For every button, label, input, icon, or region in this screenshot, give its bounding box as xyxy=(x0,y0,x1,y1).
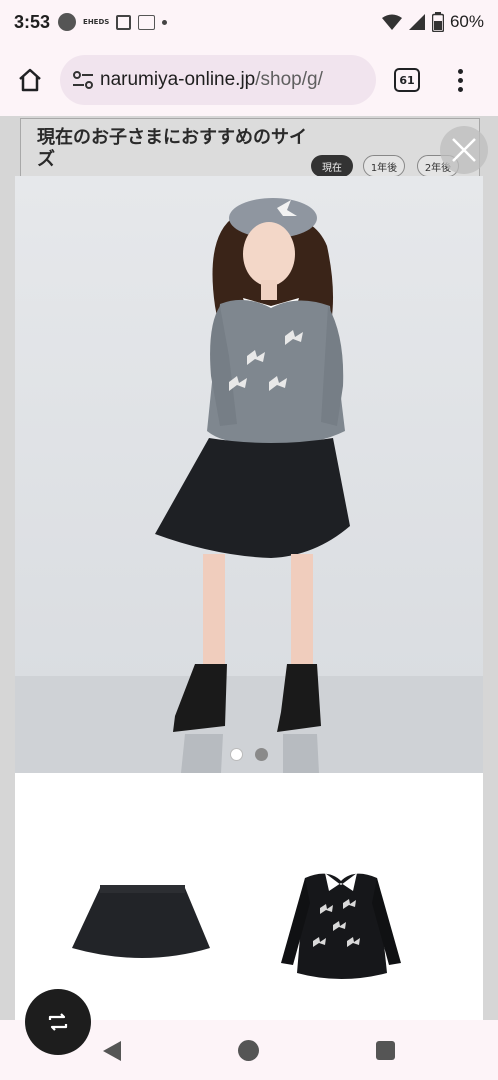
more-vert-icon[interactable] xyxy=(448,60,472,100)
repeat-icon xyxy=(48,1013,68,1031)
repeat-fab-button[interactable] xyxy=(25,989,91,1055)
carousel-dot-1[interactable] xyxy=(230,748,243,761)
app-badge-icon: EHEDS xyxy=(83,18,110,26)
notification-dot-icon xyxy=(162,19,168,25)
back-triangle-icon[interactable] xyxy=(102,1040,122,1062)
thumbnails-illustration xyxy=(72,873,401,979)
close-modal-button[interactable] xyxy=(440,126,488,174)
battery-icon xyxy=(431,12,444,32)
wifi-icon xyxy=(381,14,402,30)
chip-now[interactable]: 現在 xyxy=(311,155,353,177)
app-square-icon xyxy=(138,14,156,30)
url-text[interactable]: narumiya-online.jp/shop/g/ xyxy=(100,69,323,91)
battery-percent: 60% xyxy=(449,12,484,31)
recents-square-icon[interactable] xyxy=(376,1041,395,1060)
home-circle-icon[interactable] xyxy=(238,1040,259,1061)
news-badge-icon xyxy=(58,13,77,31)
url-host: narumiya-online.jp xyxy=(100,69,256,90)
status-time: 3:53 xyxy=(14,11,51,32)
sweater-thumbnail xyxy=(281,873,401,979)
tab-count: 61 xyxy=(399,73,415,87)
page-content: 現在のお子さまにおすすめのサイズ 現在 1年後 2年後 xyxy=(0,116,498,1020)
url-bar[interactable]: narumiya-online.jp/shop/g/ xyxy=(60,55,376,105)
product-photo[interactable] xyxy=(15,176,483,773)
status-bar: 3:53 EHEDS 60% xyxy=(0,0,498,44)
url-path: /shop/g/ xyxy=(255,69,323,90)
image-modal xyxy=(15,176,483,1020)
banner-text: 現在のお子さまにおすすめのサイズ xyxy=(37,127,307,170)
size-recommendation-banner[interactable]: 現在のお子さまにおすすめのサイズ 現在 1年後 2年後 xyxy=(20,118,480,178)
skirt-thumbnail xyxy=(72,885,210,958)
close-icon xyxy=(452,138,476,162)
signal-icon xyxy=(408,14,425,30)
model-photo-illustration xyxy=(15,176,483,773)
browser-toolbar: narumiya-online.jp/shop/g/ 61 xyxy=(0,48,498,112)
product-thumbnails xyxy=(15,773,483,1020)
chip-1-year[interactable]: 1年後 xyxy=(363,155,405,177)
home-icon xyxy=(19,68,41,92)
home-button[interactable] xyxy=(10,60,50,100)
newspaper-icon xyxy=(116,14,132,30)
carousel-dots xyxy=(15,748,483,761)
carousel-dot-2[interactable] xyxy=(255,748,268,761)
tabs-button[interactable]: 61 xyxy=(394,68,420,92)
site-settings-icon[interactable] xyxy=(72,70,94,90)
